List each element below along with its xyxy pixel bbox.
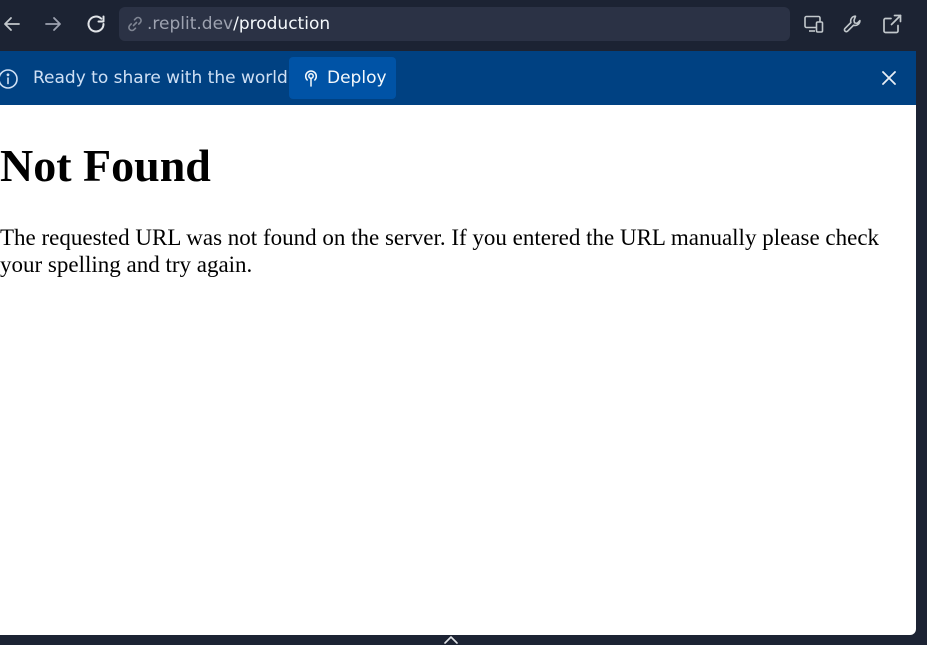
reload-button[interactable] xyxy=(81,9,111,39)
external-link-icon xyxy=(883,14,902,34)
deploy-label: Deploy xyxy=(327,68,387,88)
wrench-icon xyxy=(843,15,861,33)
banner-text: Ready to share with the world? xyxy=(33,68,297,88)
deploy-button[interactable]: Deploy xyxy=(289,57,396,99)
deploy-icon xyxy=(303,69,319,87)
devices-button[interactable] xyxy=(799,9,829,39)
arrow-right-icon xyxy=(45,17,61,31)
forward-button[interactable] xyxy=(38,9,68,39)
back-button[interactable] xyxy=(0,9,27,39)
webview-toolbar: .replit.dev /production xyxy=(0,0,927,50)
deploy-banner: Ready to share with the world? Deploy xyxy=(0,51,916,105)
open-new-tab-button[interactable] xyxy=(877,9,907,39)
error-message: The requested URL was not found on the s… xyxy=(0,225,880,277)
devices-icon xyxy=(804,15,824,33)
chevron-up-icon[interactable] xyxy=(442,633,460,645)
page-title: Not Found xyxy=(0,140,211,191)
link-icon xyxy=(126,15,144,33)
url-bar[interactable]: .replit.dev /production xyxy=(119,7,790,41)
info-icon xyxy=(0,68,19,90)
close-icon xyxy=(882,71,896,85)
url-path: /production xyxy=(233,14,331,34)
webview-frame: Ready to share with the world? Deploy No… xyxy=(0,51,916,635)
arrow-left-icon xyxy=(4,17,20,31)
banner-close-button[interactable] xyxy=(876,65,902,91)
devtools-button[interactable] xyxy=(838,9,868,39)
url-host: .replit.dev xyxy=(147,14,234,34)
reload-icon xyxy=(87,15,105,33)
